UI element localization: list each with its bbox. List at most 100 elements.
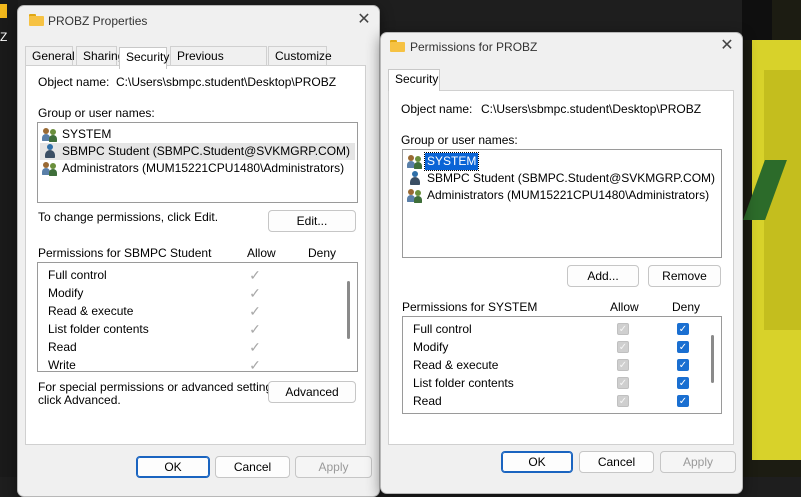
permission-row: Read ✓ ✓ bbox=[407, 392, 707, 410]
object-name-value: C:\Users\sbmpc.student\Desktop\PROBZ bbox=[116, 75, 337, 89]
permission-name: Full control bbox=[413, 322, 472, 336]
user-list-item[interactable]: Administrators (MUM15221CPU1480\Administ… bbox=[405, 187, 719, 204]
properties-cancel-button[interactable]: Cancel bbox=[215, 456, 290, 478]
permission-row: Full control ✓ ✓ bbox=[407, 320, 707, 338]
user-list-item[interactable]: SBMPC Student (SBMPC.Student@SVKMGRP.COM… bbox=[40, 143, 355, 160]
advanced-button[interactable]: Advanced bbox=[268, 381, 356, 403]
allow-checkbox[interactable]: ✓ bbox=[617, 359, 629, 371]
user-list-item[interactable]: SYSTEM bbox=[405, 152, 719, 171]
permissions-scrollbar[interactable] bbox=[347, 281, 350, 339]
user-icon bbox=[42, 144, 58, 159]
tab-security[interactable]: Security bbox=[388, 69, 440, 91]
allow-check-icon: ✓ bbox=[249, 267, 261, 283]
allow-check-icon: ✓ bbox=[249, 303, 261, 319]
permissions-header: Permissions for SYSTEM bbox=[402, 300, 538, 314]
permission-row: Modify ✓ ✓ bbox=[407, 338, 707, 356]
allow-checkbox[interactable]: ✓ bbox=[617, 323, 629, 335]
permissions-titlebar[interactable]: Permissions for PROBZ ✕ bbox=[381, 33, 742, 69]
tab-customize[interactable]: Customize bbox=[268, 46, 332, 65]
deny-checkbox[interactable]: ✓ bbox=[677, 323, 689, 335]
permission-name: Read bbox=[48, 340, 77, 354]
allow-checkbox[interactable]: ✓ bbox=[617, 341, 629, 353]
properties-apply-button[interactable]: Apply bbox=[295, 456, 372, 478]
permissions-ok-button[interactable]: OK bbox=[501, 451, 573, 473]
desktop-wallpaper bbox=[742, 0, 801, 477]
deny-checkbox[interactable]: ✓ bbox=[677, 359, 689, 371]
properties-title: PROBZ Properties bbox=[48, 14, 148, 28]
allow-check-icon: ✓ bbox=[249, 285, 261, 301]
user-list-item[interactable]: SYSTEM bbox=[40, 126, 355, 143]
folder-icon bbox=[29, 14, 44, 26]
permission-name: Full control bbox=[48, 268, 107, 282]
add-button[interactable]: Add... bbox=[567, 265, 639, 287]
user-list-item[interactable]: Administrators (MUM15221CPU1480\Administ… bbox=[40, 160, 355, 177]
group-names-label: Group or user names: bbox=[38, 106, 155, 120]
allow-checkbox[interactable]: ✓ bbox=[617, 377, 629, 389]
tab-previous-versions[interactable]: Previous Versions bbox=[170, 46, 267, 82]
permissions-list[interactable]: Full control ✓ Modify ✓ Read & execute ✓ List … bbox=[37, 262, 358, 372]
user-name: SYSTEM bbox=[62, 127, 112, 141]
permission-row: Read ✓ bbox=[42, 338, 342, 356]
special-permissions-text-2: click Advanced. bbox=[38, 393, 121, 407]
user-name: SBMPC Student (SBMPC.Student@SVKMGRP.COM… bbox=[427, 171, 716, 185]
deny-checkbox[interactable]: ✓ bbox=[677, 395, 689, 407]
tab-security[interactable]: Security bbox=[119, 47, 169, 69]
users-group-icon bbox=[42, 127, 58, 142]
permission-name: Read & execute bbox=[48, 304, 134, 318]
permission-name: List folder contents bbox=[48, 322, 149, 336]
permissions-scrollbar[interactable] bbox=[711, 335, 714, 383]
tab-general[interactable]: General bbox=[25, 46, 75, 65]
allow-header: Allow bbox=[247, 246, 276, 260]
users-group-icon bbox=[407, 154, 423, 169]
permissions-cancel-button[interactable]: Cancel bbox=[579, 451, 654, 473]
properties-ok-button[interactable]: OK bbox=[136, 456, 210, 478]
properties-close-icon[interactable]: ✕ bbox=[354, 10, 374, 30]
allow-check-icon: ✓ bbox=[249, 357, 261, 372]
edit-button[interactable]: Edit... bbox=[268, 210, 356, 232]
user-name: SYSTEM bbox=[423, 152, 480, 171]
user-list[interactable]: SYSTEM SBMPC Student (SBMPC.Student@SVKMG… bbox=[37, 122, 358, 203]
object-name-value: C:\Users\sbmpc.student\Desktop\PROBZ bbox=[481, 102, 702, 116]
desktop-left-edge: Z bbox=[0, 0, 18, 477]
allow-checkbox[interactable]: ✓ bbox=[617, 395, 629, 407]
permissions-title: Permissions for PROBZ bbox=[410, 40, 538, 54]
properties-window: PROBZ Properties ✕ General Sharing Securit… bbox=[17, 5, 380, 497]
permission-name: Read bbox=[413, 394, 442, 408]
permission-row: Write ✓ bbox=[42, 356, 342, 372]
permission-row: Read & execute ✓ bbox=[42, 302, 342, 320]
tab-sharing[interactable]: Sharing bbox=[76, 46, 124, 65]
permissions-apply-button[interactable]: Apply bbox=[660, 451, 736, 473]
deny-header: Deny bbox=[672, 300, 701, 314]
users-group-icon bbox=[42, 161, 58, 176]
users-group-icon bbox=[407, 188, 423, 203]
permissions-list[interactable]: Full control ✓ ✓ Modify ✓ ✓ Read & execute ✓ ✓ Li… bbox=[402, 316, 722, 414]
folder-icon bbox=[390, 40, 405, 52]
permission-name: Modify bbox=[413, 340, 449, 354]
permissions-close-icon[interactable]: ✕ bbox=[717, 36, 737, 56]
desktop-glyph: Z bbox=[0, 30, 8, 44]
desktop-tile bbox=[0, 4, 7, 18]
deny-checkbox[interactable]: ✓ bbox=[677, 377, 689, 389]
permission-row: Read & execute ✓ ✓ bbox=[407, 356, 707, 374]
permission-row: Full control ✓ bbox=[42, 266, 342, 284]
object-name-label: Object name: bbox=[38, 75, 110, 89]
user-icon bbox=[407, 171, 423, 186]
permission-row: List folder contents ✓ bbox=[42, 320, 342, 338]
permission-name: Modify bbox=[48, 286, 84, 300]
allow-check-icon: ✓ bbox=[249, 321, 261, 337]
user-name: SBMPC Student (SBMPC.Student@SVKMGRP.COM… bbox=[62, 144, 351, 158]
deny-checkbox[interactable]: ✓ bbox=[677, 341, 689, 353]
user-list[interactable]: SYSTEM SBMPC Student (SBMPC.Student@SVKMG… bbox=[402, 149, 722, 258]
permission-row: List folder contents ✓ ✓ bbox=[407, 374, 707, 392]
permissions-dialog: Permissions for PROBZ ✕ Security Object … bbox=[380, 32, 743, 494]
object-name-label: Object name: bbox=[401, 102, 473, 116]
user-name: Administrators (MUM15221CPU1480\Administ… bbox=[427, 188, 710, 202]
group-names-label: Group or user names: bbox=[401, 133, 518, 147]
allow-header: Allow bbox=[610, 300, 639, 314]
allow-check-icon: ✓ bbox=[249, 339, 261, 355]
deny-header: Deny bbox=[308, 246, 337, 260]
properties-titlebar[interactable]: PROBZ Properties ✕ bbox=[18, 6, 379, 42]
user-list-item[interactable]: SBMPC Student (SBMPC.Student@SVKMGRP.COM… bbox=[405, 170, 719, 187]
remove-button[interactable]: Remove bbox=[648, 265, 721, 287]
permission-name: Read & execute bbox=[413, 358, 499, 372]
